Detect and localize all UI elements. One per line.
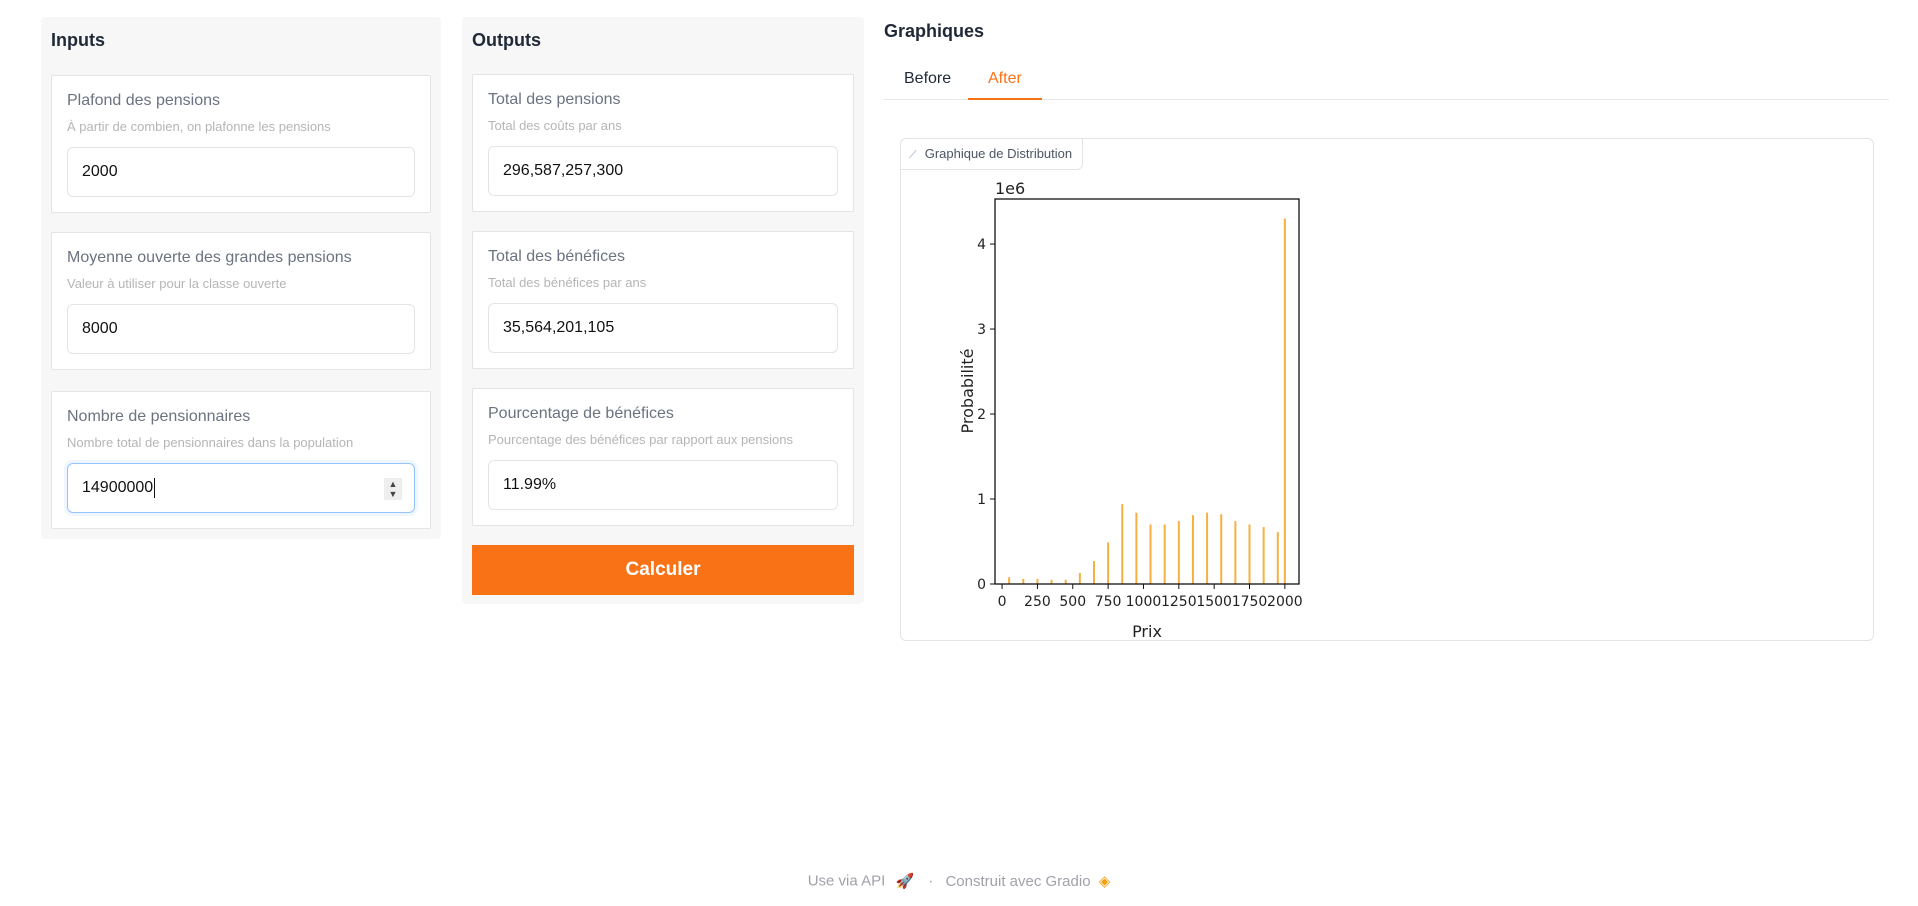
x-tick-label: 1250 xyxy=(1161,594,1197,610)
y-axis-label: Probabilité xyxy=(958,349,977,434)
x-tick-label: 0 xyxy=(998,594,1007,610)
distribution-plot: ⟋ Graphique de Distribution 1e6 Prix Prob… xyxy=(900,138,1874,641)
total-benefices-block: Total des bénéfices Total des bénéfices … xyxy=(472,231,854,369)
plafond-input[interactable]: 2000 xyxy=(67,147,415,197)
y-tick-label: 2 xyxy=(977,407,986,423)
inputs-panel: Inputs Plafond des pensions À partir de … xyxy=(41,17,441,539)
y-tick-label: 4 xyxy=(977,237,986,253)
tab-after[interactable]: After xyxy=(968,62,1042,100)
field-info: Total des coûts par ans xyxy=(488,118,622,133)
x-tick-label: 1000 xyxy=(1126,594,1162,610)
total-pensions-block: Total des pensions Total des coûts par a… xyxy=(472,74,854,212)
x-axis-label: Prix xyxy=(1132,622,1162,641)
x-tick-label: 250 xyxy=(1024,594,1051,610)
x-tick-label: 2000 xyxy=(1267,594,1303,610)
footer: Use via API 🚀 · Construit avec Gradio ◈ xyxy=(0,872,1918,891)
y-tick-label: 3 xyxy=(977,322,986,338)
use-via-api-link[interactable]: Use via API xyxy=(808,873,886,890)
field-label: Nombre de pensionnaires xyxy=(67,408,251,425)
field-info: Pourcentage des bénéfices par rapport au… xyxy=(488,432,793,447)
outputs-title: Outputs xyxy=(472,30,541,50)
pensionnaires-input[interactable]: 14900000 ▲ ▼ xyxy=(67,463,415,513)
field-info: Nombre total de pensionnaires dans la po… xyxy=(67,435,354,450)
input-value: 14900000 xyxy=(82,479,154,496)
field-info: À partir de combien, on plafonne les pen… xyxy=(67,119,331,134)
pensionnaires-block: Nombre de pensionnaires Nombre total de … xyxy=(51,391,431,529)
x-tick-label: 500 xyxy=(1059,594,1086,610)
pourcentage-block: Pourcentage de bénéfices Pourcentage des… xyxy=(472,388,854,526)
gradio-logo-icon: ◈ xyxy=(1098,873,1111,891)
y-tick-label: 0 xyxy=(977,577,986,593)
field-info: Valeur à utiliser pour la classe ouverte xyxy=(67,276,287,291)
footer-separator: · xyxy=(928,872,934,890)
y-offset-label: 1e6 xyxy=(995,179,1025,198)
x-tick-label: 750 xyxy=(1095,594,1122,610)
plafond-block: Plafond des pensions À partir de combien… xyxy=(51,75,431,213)
inputs-title: Inputs xyxy=(51,30,105,50)
total-pensions-output[interactable]: 296,587,257,300 xyxy=(488,146,838,196)
pourcentage-output[interactable]: 11.99% xyxy=(488,460,838,510)
calculer-button[interactable]: Calculer xyxy=(472,545,854,595)
field-label: Plafond des pensions xyxy=(67,92,220,109)
number-stepper-icon[interactable]: ▲ ▼ xyxy=(384,478,402,500)
field-info: Total des bénéfices par ans xyxy=(488,275,647,290)
plot-frame xyxy=(994,198,1300,585)
rocket-icon: 🚀 xyxy=(895,873,915,891)
graphs-title: Graphiques xyxy=(884,21,985,41)
built-with-gradio-link[interactable]: Construit avec Gradio xyxy=(945,873,1090,890)
total-benefices-output[interactable]: 35,564,201,105 xyxy=(488,303,838,353)
field-label: Moyenne ouverte des grandes pensions xyxy=(67,249,352,266)
field-label: Total des pensions xyxy=(488,91,621,108)
text-caret xyxy=(154,477,156,498)
outputs-panel: Outputs Total des pensions Total des coû… xyxy=(462,17,864,604)
moyenne-input[interactable]: 8000 xyxy=(67,304,415,354)
moyenne-block: Moyenne ouverte des grandes pensions Val… xyxy=(51,232,431,370)
distribution-chart: 1e6 Prix Probabilité 0 250 500 750 1000 1250 1… xyxy=(958,179,1303,641)
y-tick-label: 1 xyxy=(977,492,986,508)
graph-tabs: Before After xyxy=(884,62,1889,100)
tab-before[interactable]: Before xyxy=(884,62,971,100)
field-label: Pourcentage de bénéfices xyxy=(488,405,674,422)
field-label: Total des bénéfices xyxy=(488,248,625,265)
x-tick-label: 1750 xyxy=(1232,594,1268,610)
x-tick-label: 1500 xyxy=(1196,594,1232,610)
